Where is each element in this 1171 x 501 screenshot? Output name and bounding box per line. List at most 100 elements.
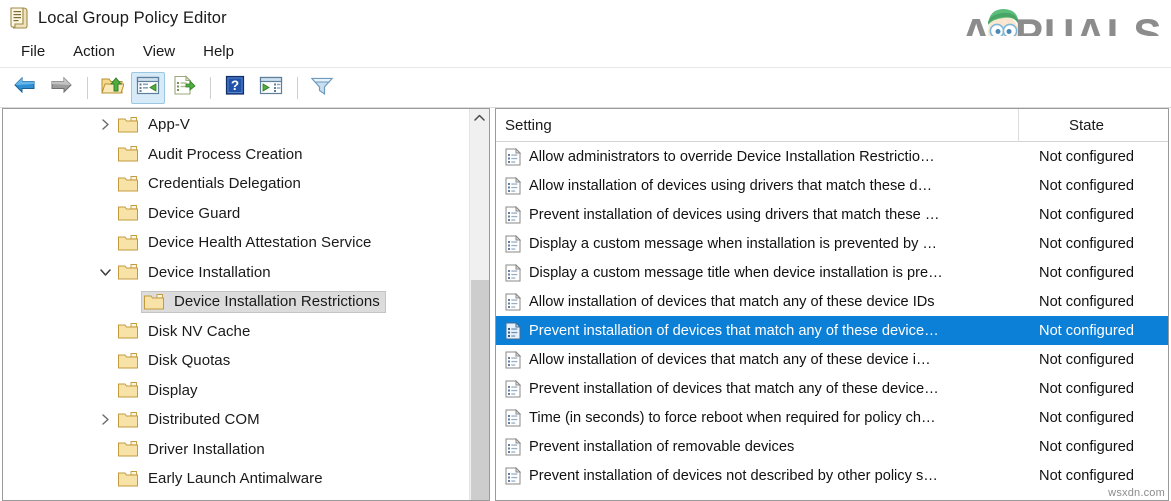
table-row[interactable]: Prevent installation of removable device… xyxy=(496,432,1168,461)
console-tree: App-V Audit Process Creation xyxy=(3,109,469,500)
setting-name: Prevent installation of removable device… xyxy=(529,439,794,455)
tree-item-label: App-V xyxy=(148,116,190,133)
tree-item-label: Credentials Delegation xyxy=(148,175,301,192)
chevron-right-icon[interactable] xyxy=(95,119,115,130)
show-hide-console-tree-button[interactable] xyxy=(131,72,165,104)
table-row[interactable]: Prevent installation of devices using dr… xyxy=(496,200,1168,229)
tree-item-device-installation[interactable]: Device Installation xyxy=(3,258,469,288)
policy-setting-icon xyxy=(505,264,521,282)
settings-list-pane: Setting State Allow administrators to ov… xyxy=(495,108,1169,501)
chevron-right-icon[interactable] xyxy=(95,414,115,425)
tree-item-label: Device Installation Restrictions xyxy=(174,293,380,310)
setting-state: Not configured xyxy=(1019,207,1168,223)
folder-icon xyxy=(143,293,165,311)
policy-setting-icon xyxy=(505,206,521,224)
properties-button[interactable] xyxy=(254,72,288,104)
policy-setting-icon xyxy=(505,467,521,485)
tree-item-credentials-delegation[interactable]: Credentials Delegation xyxy=(3,169,469,199)
table-row[interactable]: Allow administrators to override Device … xyxy=(496,142,1168,171)
column-header-setting[interactable]: Setting xyxy=(496,109,1019,142)
setting-name: Time (in seconds) to force reboot when r… xyxy=(529,410,936,426)
filter-button[interactable] xyxy=(305,72,339,104)
forward-button[interactable] xyxy=(44,72,78,104)
table-row[interactable]: Prevent installation of devices not desc… xyxy=(496,461,1168,490)
tree-item-audit-process-creation[interactable]: Audit Process Creation xyxy=(3,140,469,170)
toolbar-separator-2 xyxy=(210,77,211,99)
folder-icon xyxy=(117,204,139,222)
scrollbar-thumb[interactable] xyxy=(471,280,489,500)
setting-name: Prevent installation of devices not desc… xyxy=(529,468,938,484)
tree-item-disk-nv-cache[interactable]: Disk NV Cache xyxy=(3,317,469,347)
tree-item-device-installation-restrictions[interactable]: Device Installation Restrictions xyxy=(3,287,469,317)
chevron-up-icon[interactable] xyxy=(470,109,489,127)
export-list-icon xyxy=(172,75,196,101)
tree-item-early-launch-antimalware[interactable]: Early Launch Antimalware xyxy=(3,464,469,494)
folder-icon xyxy=(117,440,139,458)
setting-state: Not configured xyxy=(1019,468,1168,484)
folder-icon xyxy=(117,234,139,252)
setting-name: Allow installation of devices that match… xyxy=(529,294,935,310)
svg-text:?: ? xyxy=(231,78,239,93)
setting-name: Display a custom message when installati… xyxy=(529,236,937,252)
table-row[interactable]: Prevent installation of devices that mat… xyxy=(496,374,1168,403)
setting-state: Not configured xyxy=(1019,439,1168,455)
setting-state: Not configured xyxy=(1019,323,1168,339)
table-row[interactable]: Allow installation of devices that match… xyxy=(496,345,1168,374)
toolbar-separator-3 xyxy=(297,77,298,99)
setting-state: Not configured xyxy=(1019,352,1168,368)
folder-icon xyxy=(117,470,139,488)
policy-setting-icon xyxy=(505,380,521,398)
menu-file[interactable]: File xyxy=(10,40,56,63)
tree-item-disk-quotas[interactable]: Disk Quotas xyxy=(3,346,469,376)
question-mark-icon: ? xyxy=(224,75,246,101)
policy-setting-icon xyxy=(505,409,521,427)
menu-action[interactable]: Action xyxy=(62,40,126,63)
table-row[interactable]: Time (in seconds) to force reboot when r… xyxy=(496,403,1168,432)
tree-item-device-guard[interactable]: Device Guard xyxy=(3,199,469,229)
folder-icon xyxy=(117,322,139,340)
up-one-level-button[interactable] xyxy=(95,72,129,104)
tree-item-distributed-com[interactable]: Distributed COM xyxy=(3,405,469,435)
tree-vertical-scrollbar[interactable] xyxy=(469,109,489,500)
setting-name: Display a custom message title when devi… xyxy=(529,265,943,281)
setting-name: Allow installation of devices using driv… xyxy=(529,178,932,194)
column-header-state[interactable]: State xyxy=(1019,109,1168,142)
table-row[interactable]: Display a custom message title when devi… xyxy=(496,258,1168,287)
tree-item-device-health-attestation-service[interactable]: Device Health Attestation Service xyxy=(3,228,469,258)
tree-item-display[interactable]: Display xyxy=(3,376,469,406)
folder-icon xyxy=(117,381,139,399)
help-button[interactable]: ? xyxy=(218,72,252,104)
table-row[interactable]: Display a custom message when installati… xyxy=(496,229,1168,258)
policy-setting-icon xyxy=(505,351,521,369)
table-row-selected[interactable]: Prevent installation of devices that mat… xyxy=(496,316,1168,345)
setting-state: Not configured xyxy=(1019,294,1168,310)
arrow-left-icon xyxy=(13,75,37,100)
folder-icon xyxy=(117,145,139,163)
folder-icon xyxy=(117,263,139,281)
folder-icon xyxy=(117,175,139,193)
export-list-button[interactable] xyxy=(167,72,201,104)
policy-setting-icon xyxy=(505,438,521,456)
table-row[interactable]: Allow installation of devices that match… xyxy=(496,287,1168,316)
tree-item-driver-installation[interactable]: Driver Installation xyxy=(3,435,469,465)
chevron-down-icon[interactable] xyxy=(95,268,115,277)
policy-setting-icon xyxy=(505,148,521,166)
folder-icon xyxy=(117,411,139,429)
setting-state: Not configured xyxy=(1019,149,1168,165)
window-title: Local Group Policy Editor xyxy=(38,9,227,28)
tree-item-label: Device Health Attestation Service xyxy=(148,234,371,251)
table-row[interactable]: Allow installation of devices using driv… xyxy=(496,171,1168,200)
back-button[interactable] xyxy=(8,72,42,104)
setting-name: Allow installation of devices that match… xyxy=(529,352,931,368)
menu-help[interactable]: Help xyxy=(192,40,245,63)
tree-item-app-v[interactable]: App-V xyxy=(3,110,469,140)
tree-item-enhanced-storage-access[interactable]: Enhanced Storage Access xyxy=(3,494,469,501)
funnel-filter-icon xyxy=(310,75,334,101)
tree-item-label: Early Launch Antimalware xyxy=(148,470,323,487)
setting-name: Prevent installation of devices using dr… xyxy=(529,207,939,223)
tree-item-label: Disk Quotas xyxy=(148,352,230,369)
tree-item-label: Distributed COM xyxy=(148,411,260,428)
policy-scroll-icon xyxy=(8,6,30,30)
menu-view[interactable]: View xyxy=(132,40,186,63)
policy-setting-icon xyxy=(505,177,521,195)
